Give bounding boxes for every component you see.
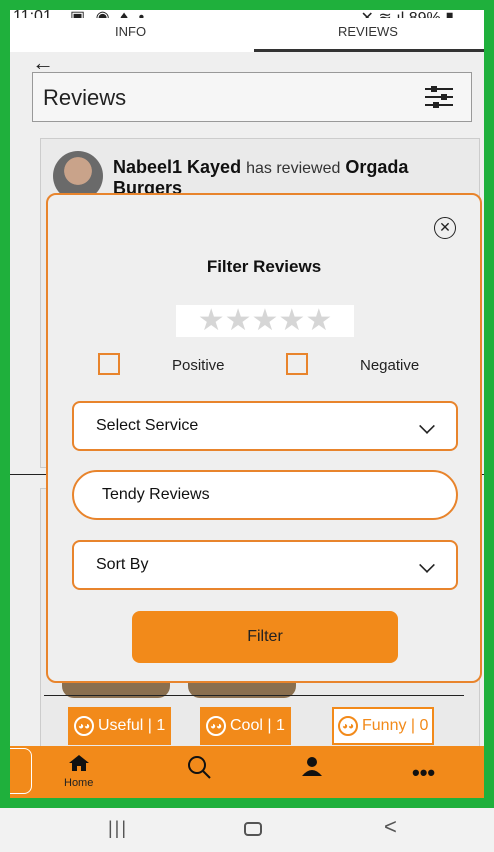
divider (44, 695, 464, 696)
chevron-down-icon (419, 557, 435, 573)
close-icon[interactable]: ✕ (434, 217, 456, 239)
nav-profile[interactable] (300, 754, 324, 783)
nav-search[interactable] (186, 754, 212, 785)
active-tab-indicator (254, 49, 484, 52)
app-frame: 11:01 ▣ ◉ ♦ • ✕ ≋ ıl 89% ▮ INFO REVIEWS … (0, 0, 494, 808)
negative-label: Negative (360, 357, 420, 374)
trendy-reviews-label: Tendy Reviews (102, 486, 210, 503)
nav-home[interactable]: Home (64, 754, 93, 789)
recents-icon[interactable]: ||| (108, 818, 128, 839)
chevron-down-icon (419, 418, 435, 434)
positive-label: Positive (172, 357, 225, 374)
review-action: has reviewed (246, 160, 341, 177)
trendy-reviews-toggle[interactable]: Tendy Reviews (72, 470, 458, 520)
funny-reaction-button[interactable]: ◕◕ Funny | 0 (332, 707, 435, 745)
sort-select-label: Sort By (96, 556, 149, 573)
sort-select[interactable]: Sort By (72, 540, 458, 590)
back-icon[interactable]: < (384, 814, 397, 840)
more-options-icon[interactable]: ••• (412, 760, 435, 786)
modal-title: Filter Reviews (206, 257, 322, 276)
cool-reaction-button[interactable]: ◕◕ Cool | 1 (200, 707, 291, 745)
nav-home-label: Home (64, 777, 94, 789)
funny-reaction-label: Funny | 0 (362, 717, 429, 734)
tab-reviews[interactable]: REVIEWS (338, 24, 398, 39)
filter-reviews-modal: ✕ Filter Reviews ★★★★★ Positive Negative… (46, 193, 482, 683)
rating-stars[interactable]: ★★★★★ (176, 305, 354, 337)
negative-checkbox[interactable] (286, 353, 308, 375)
system-nav-bar: ||| < (0, 808, 494, 852)
emoji-face-icon: ◕◕ (74, 716, 94, 736)
useful-reaction-button[interactable]: ◕◕ Useful | 1 (68, 707, 172, 745)
emoji-face-icon: ◕◕ (338, 716, 358, 736)
reviewer-name[interactable]: Nabeel1 Kayed (113, 157, 241, 177)
page-title: Reviews (43, 85, 127, 110)
service-select[interactable]: Select Service (72, 401, 458, 451)
cool-reaction-label: Cool | 1 (230, 717, 285, 734)
user-icon (302, 757, 322, 776)
reviews-header: Reviews (32, 72, 472, 122)
tab-bar: INFO REVIEWS (10, 18, 484, 52)
bottom-nav: Home ••• (10, 746, 484, 798)
service-select-label: Select Service (96, 417, 199, 434)
home-system-icon[interactable] (244, 822, 262, 836)
positive-checkbox[interactable] (98, 353, 120, 375)
side-drawer-handle[interactable] (10, 748, 32, 794)
useful-reaction-label: Useful | 1 (98, 717, 166, 734)
emoji-face-icon: ◕◕ (206, 716, 226, 736)
search-icon (188, 756, 211, 779)
filter-sliders-icon[interactable] (425, 85, 453, 109)
tab-info[interactable]: INFO (115, 24, 146, 39)
home-icon (68, 755, 89, 771)
filter-button[interactable]: Filter (132, 611, 398, 663)
